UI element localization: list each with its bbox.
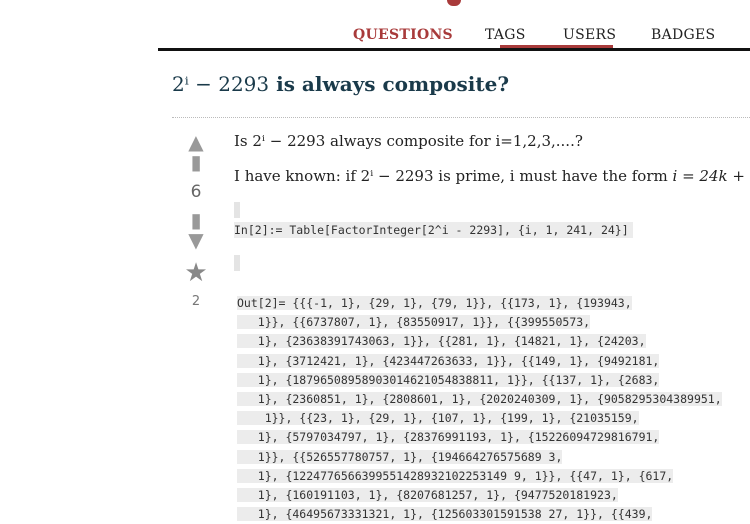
code-input: In[2]:= Table[FactorInteger[2^i - 2293],… [234, 222, 633, 238]
favorite-star-icon[interactable]: ★ [180, 260, 212, 286]
output-line: 1}}, {{6737807, 1}, {83550917, 1}}, {{39… [237, 313, 747, 332]
output-line: 1}, {23638391743063, 1}}, {{281, 1}, {14… [237, 332, 747, 351]
output-line: 1}, {160191103, 1}, {8207681257, 1}, {94… [237, 486, 747, 505]
output-line-text: 1}, {5797034797, 1}, {28376991193, 1}, {… [237, 430, 660, 445]
p1-prefix: Is [234, 132, 248, 150]
output-line-text: 1}, {1224776566399551428932102253149 9, … [237, 468, 674, 483]
output-line: 1}, {46495673331321, 1}, {12560330159153… [237, 505, 747, 524]
title-divider [172, 117, 750, 118]
p2-math: 2ⁱ − 2293 [360, 167, 434, 185]
output-line-text: Out[2]= {{{-1, 1}, {29, 1}, {79, 1}}, {{… [237, 296, 632, 310]
output-line-text: 1}, {46495673331321, 1}, {12560330159153… [237, 507, 653, 522]
vote-panel: ▲ ▮ 6 ▮ ▼ ★ 2 [180, 132, 212, 309]
top-nav: QUESTIONS TAGS USERS BADGES [158, 0, 750, 51]
p2-prefix: I have known: if [234, 167, 356, 185]
vote-count: 6 [190, 182, 202, 202]
active-tab-indicator [500, 45, 613, 48]
output-line-text: 1}, {23638391743063, 1}}, {{281, 1}, {14… [237, 334, 646, 349]
upvote-arrow-icon[interactable]: ▲ ▮ [180, 132, 212, 172]
question-title[interactable]: 2ⁱ − 2293 is always composite? [172, 72, 509, 96]
nav-users[interactable]: USERS [563, 27, 616, 43]
downvote-arrow-icon[interactable]: ▮ ▼ [180, 210, 212, 250]
code-marker [234, 202, 240, 218]
p2-mid: is prime, i must have the form [438, 167, 668, 185]
output-line: 1}, {2360851, 1}, {2808601, 1}, {2020240… [237, 390, 747, 409]
question-paragraph-1: Is 2ⁱ − 2293 always composite for i=1,2,… [234, 132, 583, 150]
output-line-text: 1}, {3712421, 1}, {423447263633, 1}}, {{… [237, 353, 660, 368]
p2-form: i = 24k + 1 [672, 167, 750, 185]
output-line: 1}}, {{526557780757, 1}, {19466427657568… [237, 448, 747, 467]
output-line: 1}, {5797034797, 1}, {28376991193, 1}, {… [237, 428, 747, 447]
favorite-count: 2 [191, 294, 201, 309]
nav-questions[interactable]: QUESTIONS [353, 27, 453, 43]
output-line: 1}}, {{23, 1}, {29, 1}, {107, 1}, {199, … [237, 409, 747, 428]
output-line-text: 1}, {18796508958903014621054838811, 1}},… [237, 372, 660, 387]
title-math: 2ⁱ − 2293 [172, 72, 270, 96]
code-marker [234, 255, 240, 271]
p1-math: 2ⁱ − 2293 [252, 132, 326, 150]
output-line-text: 1}, {2360851, 1}, {2808601, 1}, {2020240… [237, 392, 722, 407]
p1-suffix: always composite for i=1,2,3,....? [330, 132, 583, 150]
output-line-text: 1}}, {{526557780757, 1}, {19466427657568… [237, 449, 563, 464]
nav-tags[interactable]: TAGS [485, 27, 526, 43]
output-line: 1}, {1224776566399551428932102253149 9, … [237, 467, 747, 486]
output-line: 1}, {3712421, 1}, {423447263633, 1}}, {{… [237, 352, 747, 371]
code-output: Out[2]= {{{-1, 1}, {29, 1}, {79, 1}}, {{… [237, 294, 747, 524]
output-line: Out[2]= {{{-1, 1}, {29, 1}, {79, 1}}, {{… [237, 294, 747, 313]
output-line: 1}, {18796508958903014621054838811, 1}},… [237, 371, 747, 390]
nav-badges[interactable]: BADGES [651, 27, 715, 43]
output-line-text: 1}}, {{23, 1}, {29, 1}, {107, 1}, {199, … [237, 411, 639, 426]
question-paragraph-2: I have known: if 2ⁱ − 2293 is prime, i m… [234, 167, 750, 185]
output-line-text: 1}, {160191103, 1}, {8207681257, 1}, {94… [237, 488, 618, 503]
title-text: is always composite? [276, 72, 510, 96]
output-line-text: 1}}, {{6737807, 1}, {83550917, 1}}, {{39… [237, 315, 591, 330]
